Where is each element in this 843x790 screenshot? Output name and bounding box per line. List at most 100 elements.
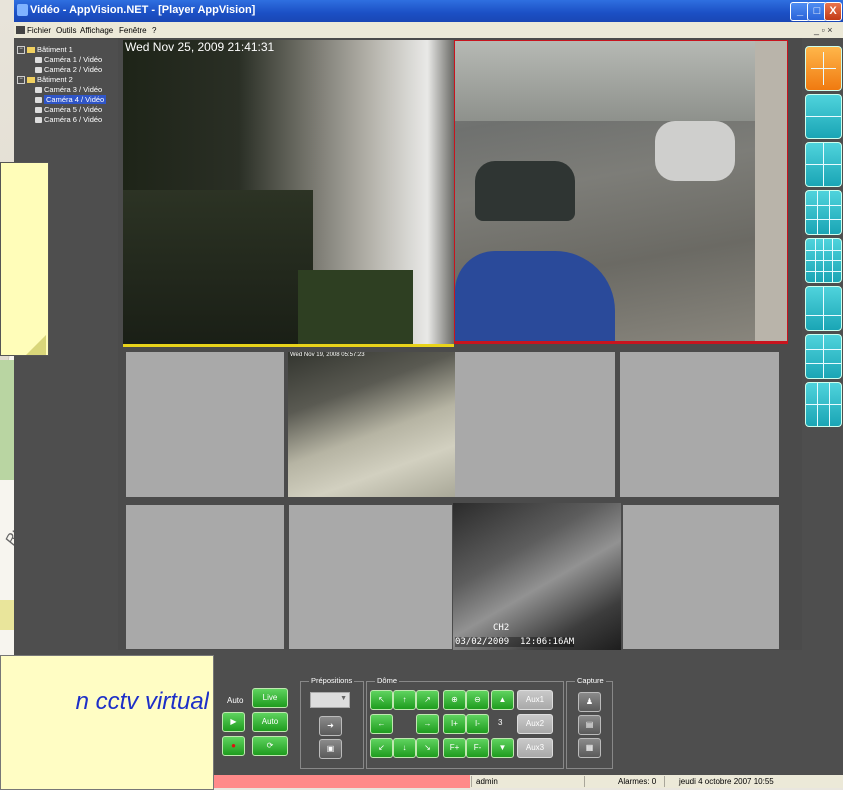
video-pane-camera-1[interactable]: Wed Nov 25, 2009 21:41:31 — [123, 40, 454, 347]
map-park — [0, 360, 14, 480]
video-pane-empty-3[interactable] — [620, 352, 779, 497]
collapse-icon[interactable]: − — [17, 76, 25, 85]
video-pane-camera-3[interactable]: Wed Nov 19, 2008 05:57:23 — [288, 352, 455, 497]
video-pane-camera-4[interactable]: CH2 03/02/2009 12:06:16AM — [453, 503, 621, 650]
video-car-dark — [475, 161, 575, 221]
layout-grid-icon — [823, 287, 824, 330]
camera-icon — [35, 97, 42, 104]
play-button[interactable]: ▶ — [222, 712, 245, 732]
pan-down-button[interactable]: ↓ — [393, 738, 416, 758]
tree-item-camera-2[interactable]: Caméra 2 / Vidéo — [35, 65, 102, 74]
menu-outils[interactable]: Outils — [56, 26, 76, 35]
layout-1x1-button[interactable] — [805, 46, 842, 91]
tree-item-batiment-2[interactable]: − Bâtiment 2 — [17, 75, 73, 85]
pan-up-left-button[interactable]: ↖ — [370, 690, 393, 710]
layout-9-button[interactable] — [805, 190, 842, 235]
live-button[interactable]: Live — [252, 688, 288, 708]
record-button[interactable]: ● — [222, 736, 245, 756]
tree-item-label: Caméra 5 / Vidéo — [44, 105, 103, 114]
layout-grid-icon — [806, 315, 841, 316]
status-separator — [584, 776, 585, 787]
menu-help[interactable]: ? — [152, 26, 156, 35]
speed-up-button[interactable]: ▲ — [491, 690, 514, 710]
layout-12-button[interactable] — [805, 382, 842, 427]
video-pane-empty-5[interactable] — [289, 505, 452, 649]
video-wall — [755, 41, 787, 341]
aux3-button[interactable]: Aux3 — [517, 738, 553, 758]
close-button[interactable]: X — [824, 2, 842, 21]
zoom-in-button[interactable]: ⊕ — [443, 690, 466, 710]
layout-grid-icon — [806, 205, 841, 206]
auto-button[interactable]: Auto — [252, 712, 288, 732]
iris-open-button[interactable]: F+ — [443, 738, 466, 758]
pan-up-right-button[interactable]: ↗ — [416, 690, 439, 710]
video-timestamp: Wed Nov 19, 2008 05:57:23 — [290, 352, 365, 358]
video-plants — [298, 270, 413, 344]
window-title: Vidéo - AppVision.NET - [Player AppVisio… — [30, 4, 256, 16]
status-alarms: Alarmes: 0 — [618, 777, 657, 786]
layout-4-button[interactable] — [805, 142, 842, 187]
video-pane-camera-2[interactable] — [454, 40, 788, 344]
cycle-button[interactable]: ⟳ — [252, 736, 288, 756]
dome-group: Dôme ↖ ↑ ↗ ← → ↙ ↓ ↘ ⊕ ⊖ I+ I- F+ F- ▲ 3… — [366, 676, 564, 769]
collapse-icon[interactable]: − — [17, 46, 25, 55]
speed-down-button[interactable]: ▼ — [491, 738, 514, 758]
tree-item-batiment-1[interactable]: − Bâtiment 1 — [17, 45, 73, 55]
layout-1-button[interactable] — [805, 94, 842, 139]
tree-item-camera-4[interactable]: Caméra 4 / Vidéo — [35, 95, 107, 104]
film-button[interactable]: ▦ — [578, 738, 601, 758]
layout-grid-icon — [806, 349, 841, 350]
folder-icon — [27, 47, 35, 54]
aux2-button[interactable]: Aux2 — [517, 714, 553, 734]
layout-grid-icon — [806, 164, 841, 165]
video-pane-empty-1[interactable] — [126, 352, 284, 497]
camera-icon — [35, 87, 42, 94]
tree-item-camera-5[interactable]: Caméra 5 / Vidéo — [35, 105, 102, 114]
pan-down-right-button[interactable]: ↘ — [416, 738, 439, 758]
video-pane-empty-4[interactable] — [126, 505, 284, 649]
capture-label: Capture — [575, 676, 606, 685]
layout-toolbar — [802, 38, 843, 650]
pan-right-button[interactable]: → — [416, 714, 439, 734]
video-car-white — [655, 121, 735, 181]
video-car-blue — [455, 251, 615, 341]
layout-grid-icon — [823, 335, 824, 378]
camera-icon — [35, 107, 42, 114]
dome-label: Dôme — [375, 676, 400, 685]
auto-label: Auto — [227, 696, 244, 705]
alarm-indicator — [210, 775, 470, 788]
prepositions-label: Prépositions — [309, 676, 355, 685]
preposition-select[interactable]: ▼ — [310, 692, 350, 708]
iris-close-button[interactable]: F- — [466, 738, 489, 758]
snapshot-button[interactable]: ♟ — [578, 692, 601, 712]
capture-group: Capture ♟ ▤ ▦ — [566, 676, 613, 769]
layout-6-button[interactable] — [805, 286, 842, 331]
mdi-controls[interactable]: _ ▫ × — [814, 25, 832, 35]
goto-preposition-button[interactable]: ➜ — [319, 716, 342, 736]
pan-down-left-button[interactable]: ↙ — [370, 738, 393, 758]
menu-affichage[interactable]: Affichage — [80, 26, 113, 35]
save-preposition-button[interactable]: ▣ — [319, 739, 342, 759]
aux1-button[interactable]: Aux1 — [517, 690, 553, 710]
layout-grid-icon — [806, 116, 841, 117]
zoom-out-button[interactable]: ⊖ — [466, 690, 489, 710]
tree-item-camera-1[interactable]: Caméra 1 / Vidéo — [35, 55, 102, 64]
pan-left-button[interactable]: ← — [370, 714, 393, 734]
menu-fichier[interactable]: Fichier — [27, 26, 51, 35]
layout-8-button[interactable] — [805, 334, 842, 379]
tree-item-camera-6[interactable]: Caméra 6 / Vidéo — [35, 115, 102, 124]
focus-far-button[interactable]: I- — [466, 714, 489, 734]
video-pane-empty-2[interactable] — [455, 352, 615, 497]
speed-value: 3 — [498, 718, 503, 727]
pan-up-button[interactable]: ↑ — [393, 690, 416, 710]
layout-16-button[interactable] — [805, 238, 842, 283]
tree-item-camera-3[interactable]: Caméra 3 / Vidéo — [35, 85, 102, 94]
video-pane-empty-6[interactable] — [623, 505, 779, 649]
save-snapshot-button[interactable]: ▤ — [578, 715, 601, 735]
layout-grid-icon — [806, 404, 841, 405]
focus-near-button[interactable]: I+ — [443, 714, 466, 734]
app-icon — [17, 4, 28, 16]
camera-datetime: 03/02/2009 12:06:16AM — [455, 637, 575, 647]
folder-icon — [27, 77, 35, 84]
menu-fenetre[interactable]: Fenêtre — [119, 26, 147, 35]
